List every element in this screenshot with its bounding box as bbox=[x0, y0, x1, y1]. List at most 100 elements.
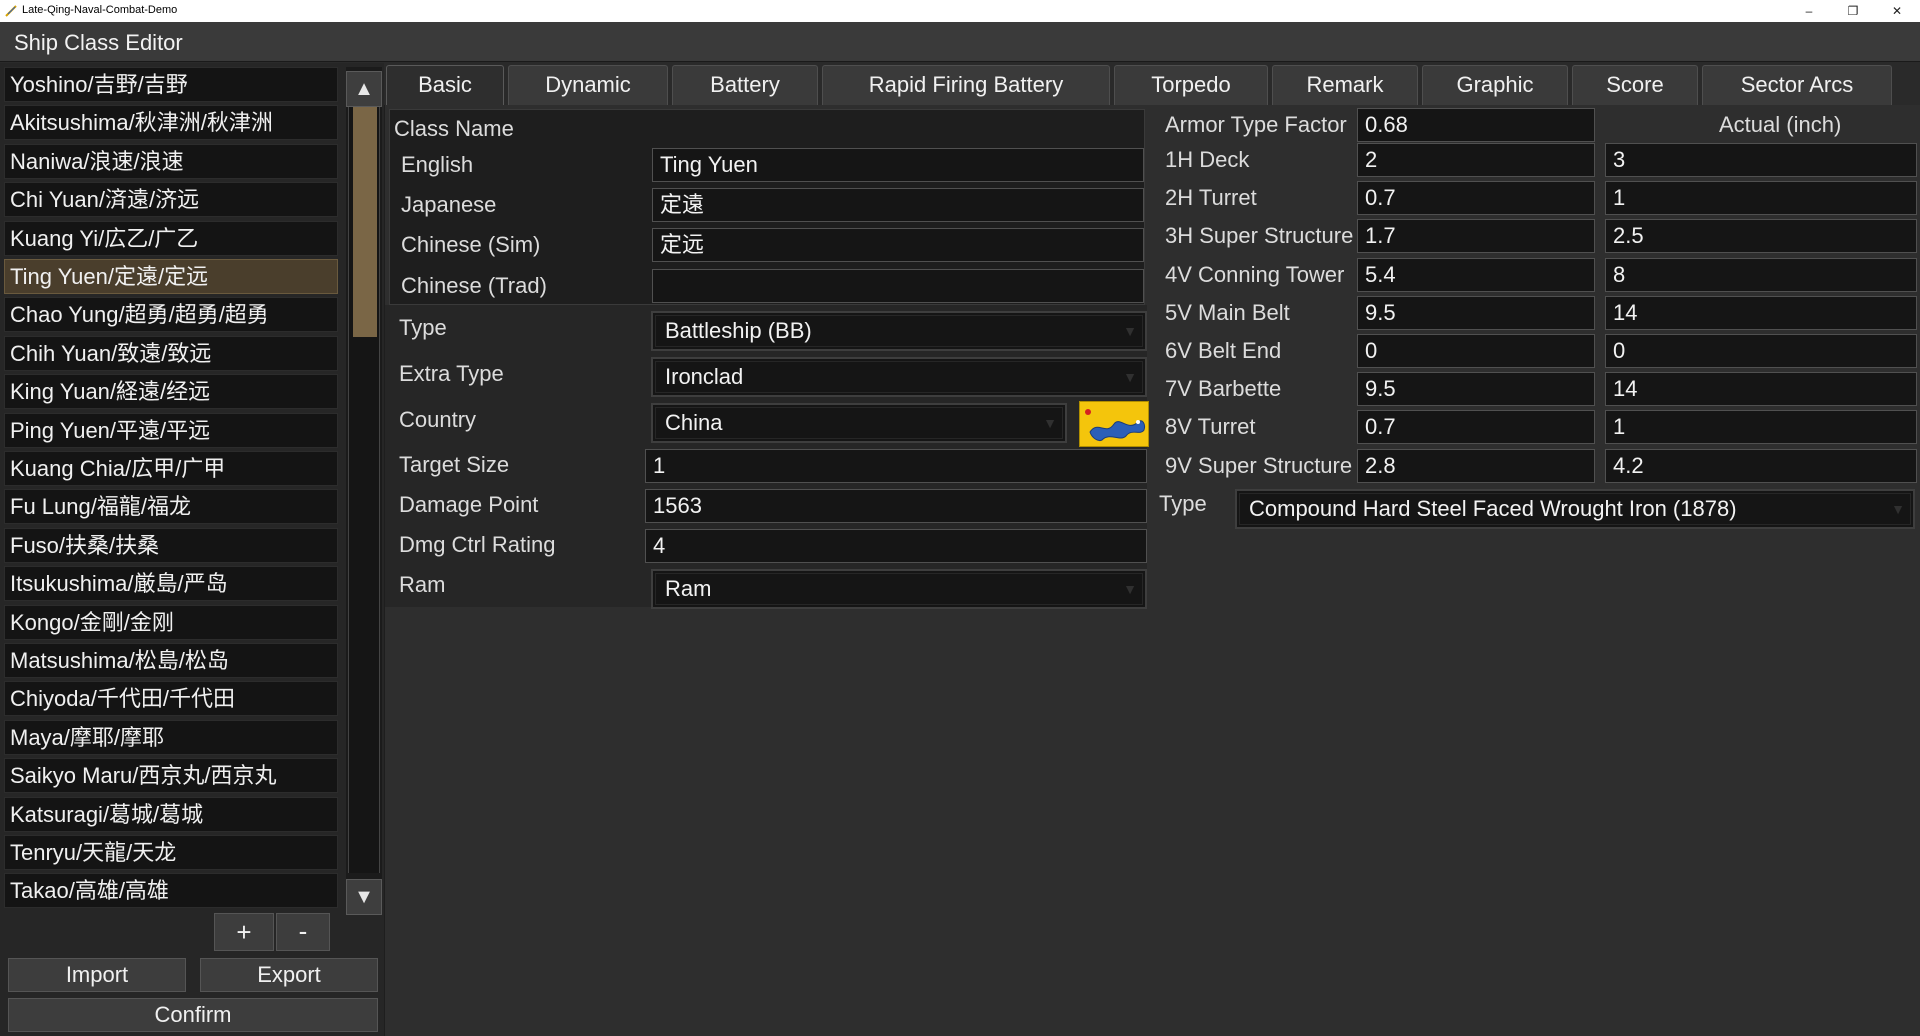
english-name-input[interactable]: Ting Yuen bbox=[652, 148, 1144, 182]
armor-factor-input[interactable]: 5.4 bbox=[1357, 257, 1595, 292]
armor-actual-input[interactable]: 14 bbox=[1605, 372, 1917, 407]
armor-actual-input[interactable]: 3 bbox=[1605, 143, 1917, 177]
armor-factor-input[interactable]: 9.5 bbox=[1357, 372, 1595, 407]
tab-sector-arcs[interactable]: Sector Arcs bbox=[1702, 65, 1892, 105]
ship-list-item[interactable]: Yoshino/吉野/吉野 bbox=[4, 67, 338, 102]
scroll-thumb[interactable] bbox=[353, 107, 377, 337]
armor-factor-input[interactable]: 0.7 bbox=[1357, 410, 1595, 445]
scroll-up-button[interactable]: ▲ bbox=[346, 71, 382, 107]
armor-actual-input[interactable]: 1 bbox=[1605, 410, 1917, 445]
tab-graphic[interactable]: Graphic bbox=[1422, 65, 1568, 105]
flag-image bbox=[1085, 409, 1145, 441]
armor-actual-input[interactable]: 0 bbox=[1605, 334, 1917, 368]
armor-factor-input[interactable]: 1.7 bbox=[1357, 219, 1595, 254]
ship-list-item[interactable]: Matsushima/松島/松岛 bbox=[4, 643, 338, 678]
ship-list-item[interactable]: Maya/摩耶/摩耶 bbox=[4, 719, 338, 755]
remove-ship-button[interactable]: - bbox=[276, 913, 330, 951]
country-select-frame bbox=[655, 407, 1063, 439]
import-button[interactable]: Import bbox=[8, 958, 186, 992]
armor-factor-input[interactable]: 0 bbox=[1357, 334, 1595, 368]
ship-list-item[interactable]: Fu Lung/福龍/福龙 bbox=[4, 489, 338, 525]
damage-point-input[interactable]: 1563 bbox=[645, 489, 1147, 523]
armor-row-label: 1H Deck bbox=[1165, 147, 1250, 172]
ship-list-panel: Yoshino/吉野/吉野 Akitsushima/秋津洲/秋津洲 Naniwa/浪… bbox=[0, 63, 384, 1036]
ship-list-item[interactable]: Chih Yuan/致遠/致远 bbox=[4, 335, 338, 371]
target-size-label: Target Size bbox=[399, 452, 510, 477]
ship-list-item[interactable]: Takao/高雄/高雄 bbox=[4, 873, 338, 909]
armor-type-select-frame bbox=[1239, 493, 1911, 525]
ship-list-item[interactable]: Saikyo Maru/西京丸/西京丸 bbox=[4, 758, 338, 794]
tab-rapid-firing-battery[interactable]: Rapid Firing Battery bbox=[822, 65, 1110, 105]
ship-list-item[interactable]: Tenryu/天龍/天龙 bbox=[4, 835, 338, 870]
target-size-input[interactable]: 1 bbox=[645, 449, 1147, 483]
ship-list-item[interactable]: Kuang Chia/広甲/广甲 bbox=[4, 451, 338, 486]
japanese-name-input[interactable]: 定遠 bbox=[652, 188, 1144, 222]
armor-factor-input[interactable]: 2.8 bbox=[1357, 448, 1595, 483]
ship-list-scrollbar[interactable]: ▲ ▼ bbox=[346, 67, 382, 915]
tab-basic[interactable]: Basic bbox=[386, 65, 504, 105]
ship-list-item[interactable]: Itsukushima/厳島/严岛 bbox=[4, 566, 338, 602]
armor-factor-input[interactable]: 0.7 bbox=[1357, 181, 1595, 216]
actual-inch-header: Actual (inch) bbox=[1719, 112, 1842, 137]
armor-row-label: 2H Turret bbox=[1165, 185, 1257, 211]
scroll-track[interactable] bbox=[348, 107, 380, 873]
chevron-down-icon: ▼ bbox=[1891, 501, 1905, 517]
app-header: Ship Class Editor bbox=[0, 22, 1920, 62]
tab-dynamic[interactable]: Dynamic bbox=[508, 65, 668, 105]
app-feather-icon bbox=[5, 5, 17, 17]
restore-button[interactable]: ❐ bbox=[1830, 0, 1876, 22]
armor-actual-input[interactable]: 4.2 bbox=[1605, 448, 1917, 483]
ship-list-item[interactable]: Katsuragi/葛城/葛城 bbox=[4, 796, 338, 832]
extra-type-label: Extra Type bbox=[399, 361, 504, 386]
qing-dragon-flag-icon bbox=[1079, 401, 1149, 447]
close-button[interactable]: ✕ bbox=[1874, 0, 1920, 22]
english-label: English bbox=[401, 152, 474, 177]
armor-actual-input[interactable]: 2.5 bbox=[1605, 219, 1917, 254]
country-select[interactable]: China ▼ bbox=[651, 403, 1067, 443]
armor-row-label: 4V Conning Tower bbox=[1165, 261, 1345, 287]
dmg-ctrl-rating-input[interactable]: 4 bbox=[645, 529, 1147, 563]
tab-bar: Basic Dynamic Battery Rapid Firing Batte… bbox=[384, 63, 1920, 105]
chinese-sim-name-input[interactable]: 定远 bbox=[652, 228, 1144, 262]
confirm-button[interactable]: Confirm bbox=[8, 998, 378, 1032]
ship-list-item[interactable]: King Yuan/経遠/经远 bbox=[4, 374, 338, 410]
export-button[interactable]: Export bbox=[200, 958, 378, 992]
ship-list-item[interactable]: Akitsushima/秋津洲/秋津洲 bbox=[4, 105, 338, 141]
armor-actual-input[interactable]: 8 bbox=[1605, 257, 1917, 292]
tab-score[interactable]: Score bbox=[1572, 65, 1698, 105]
scroll-down-button[interactable]: ▼ bbox=[346, 879, 382, 915]
ship-list-item[interactable]: Chiyoda/千代田/千代田 bbox=[4, 681, 338, 717]
extra-type-select-frame bbox=[655, 361, 1143, 393]
armor-factor-input[interactable]: 9.5 bbox=[1357, 295, 1595, 330]
armor-factor-input[interactable]: 2 bbox=[1357, 143, 1595, 177]
minimize-button[interactable]: – bbox=[1786, 0, 1832, 22]
type-label: Type bbox=[399, 315, 447, 340]
chinese-trad-name-input[interactable] bbox=[652, 269, 1144, 303]
ship-list-item[interactable]: Chi Yuan/済遠/济远 bbox=[4, 182, 338, 218]
tab-remark[interactable]: Remark bbox=[1272, 65, 1418, 105]
type-select[interactable]: Battleship (BB) ▼ bbox=[651, 311, 1147, 351]
dmg-ctrl-rating-label: Dmg Ctrl Rating bbox=[399, 532, 556, 557]
ship-list-item[interactable]: Chao Yung/超勇/超勇/超勇 bbox=[4, 297, 338, 333]
chevron-down-icon: ▼ bbox=[1043, 415, 1057, 431]
page-title: Ship Class Editor bbox=[14, 30, 183, 55]
ship-list-item[interactable]: Fuso/扶桑/扶桑 bbox=[4, 527, 338, 563]
extra-type-select[interactable]: Ironclad ▼ bbox=[651, 357, 1147, 397]
country-label: Country bbox=[399, 407, 477, 432]
armor-type-factor-input[interactable]: 0.68 bbox=[1357, 108, 1595, 142]
add-ship-button[interactable]: + bbox=[214, 913, 274, 951]
ship-list-item[interactable]: Kuang Yi/広乙/广乙 bbox=[4, 220, 338, 256]
armor-type-select[interactable]: Compound Hard Steel Faced Wrought Iron (… bbox=[1235, 489, 1915, 529]
ship-list-item[interactable]: Naniwa/浪速/浪速 bbox=[4, 143, 338, 179]
tab-battery[interactable]: Battery bbox=[672, 65, 818, 105]
armor-actual-input[interactable]: 1 bbox=[1605, 181, 1917, 216]
ship-list-item[interactable]: Ping Yuen/平遠/平远 bbox=[4, 412, 338, 448]
ship-list-item[interactable]: Ting Yuen/定遠/定远 bbox=[4, 259, 338, 294]
class-name-group: Class Name English Ting Yuen Japanese 定遠… bbox=[389, 109, 1145, 305]
ram-select-frame bbox=[655, 573, 1143, 605]
armor-actual-input[interactable]: 14 bbox=[1605, 295, 1917, 330]
ship-list-item[interactable]: Kongo/金剛/金刚 bbox=[4, 604, 338, 640]
ram-select[interactable]: Ram ▼ bbox=[651, 569, 1147, 609]
tab-torpedo[interactable]: Torpedo bbox=[1114, 65, 1268, 105]
armor-row-label: 3H Super Structure bbox=[1165, 223, 1354, 249]
